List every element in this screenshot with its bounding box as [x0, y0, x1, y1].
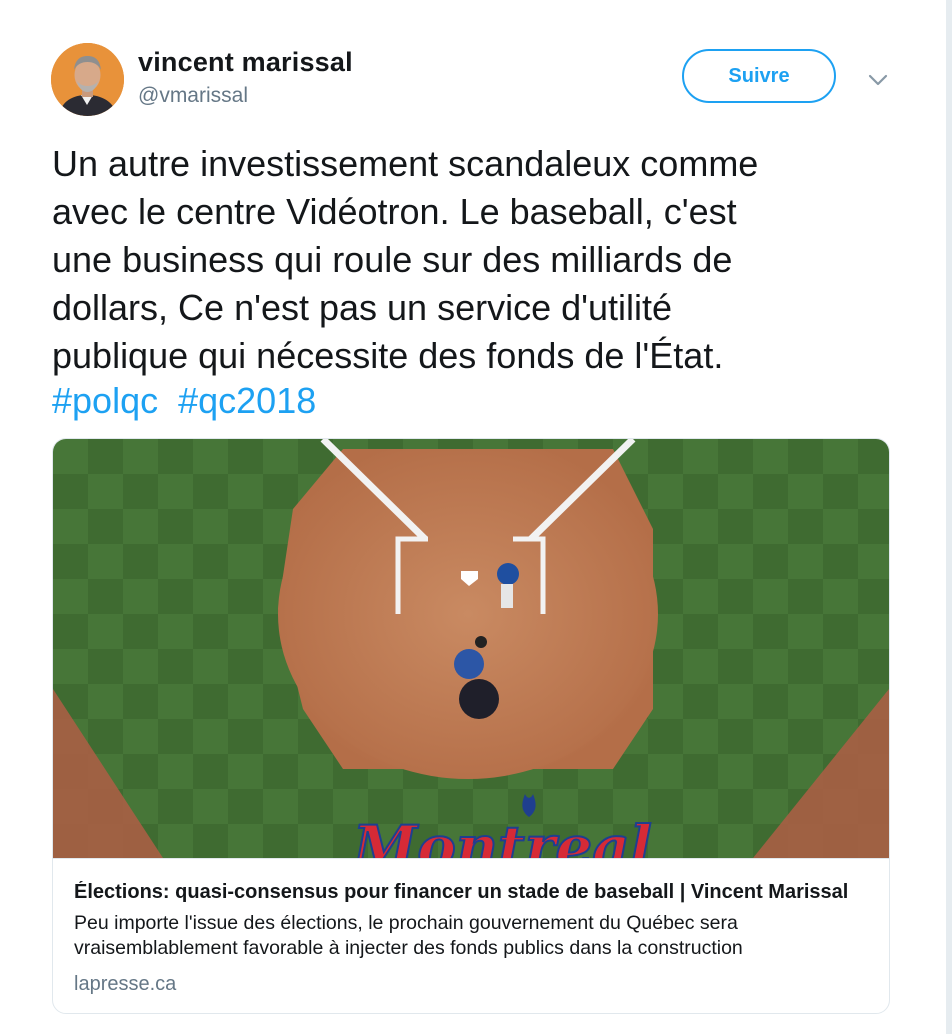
card-description-line: Peu importe l'issue des élections, le pr… [74, 912, 738, 934]
tweet-text-line: publique qui nécessite des fonds de l'Ét… [52, 335, 724, 376]
follow-button[interactable]: Suivre [682, 49, 836, 103]
card-image-logo: Montreal [351, 813, 652, 858]
hashtag-row: #polqc #qc2018 [52, 377, 316, 425]
tweet-text: Un autre investissement scandaleux comme… [52, 140, 902, 380]
card-title[interactable]: Élections: quasi-consensus pour financer… [74, 881, 864, 904]
user-handle[interactable]: @vmarissal [138, 84, 248, 108]
tweet-text-line: avec le centre Vidéotron. Le baseball, c… [52, 191, 737, 232]
link-preview-card[interactable]: Montreal Élections: quasi-consensus pour… [52, 438, 890, 1014]
window-edge [946, 0, 952, 1034]
hashtag-qc2018[interactable]: #qc2018 [178, 380, 316, 421]
card-image: Montreal [53, 439, 889, 858]
tweet-text-line: Un autre investissement scandaleux comme [52, 143, 759, 184]
chevron-down-icon[interactable] [866, 70, 890, 90]
card-description: Peu importe l'issue des élections, le pr… [74, 911, 874, 961]
card-domain[interactable]: lapresse.ca [74, 973, 176, 996]
display-name[interactable]: vincent marissal [138, 47, 353, 78]
tweet-text-line: dollars, Ce n'est pas un service d'utili… [52, 287, 673, 328]
avatar-photo [51, 43, 124, 116]
tweet-text-line: une business qui roule sur des milliards… [52, 239, 733, 280]
avatar[interactable] [51, 43, 124, 116]
card-body: Élections: quasi-consensus pour financer… [53, 858, 889, 1013]
hashtag-polqc[interactable]: #polqc [52, 380, 158, 421]
card-description-line: vraisemblablement favorable à injecter d… [74, 937, 743, 959]
